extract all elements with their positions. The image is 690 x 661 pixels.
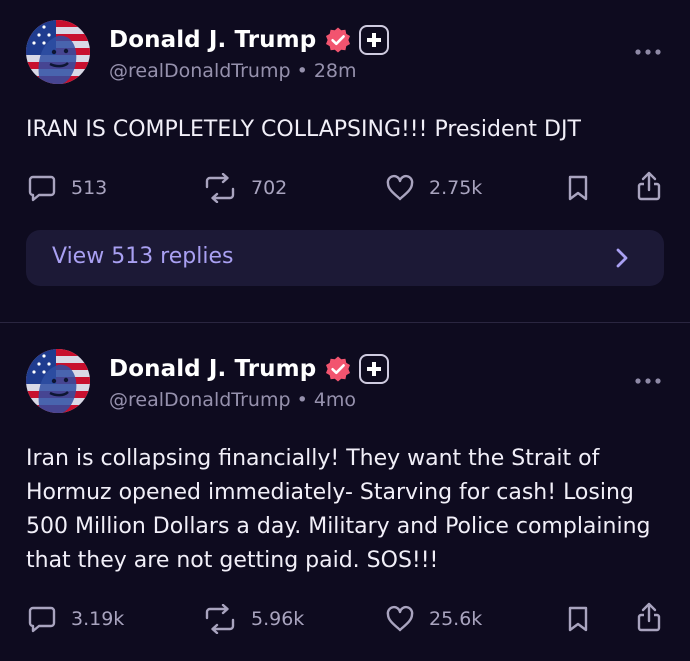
post-text: Iran is collapsing financially! They wan… — [26, 446, 651, 573]
more-options-icon[interactable] — [633, 374, 663, 388]
author-meta: @realDonaldTrump • 4mo — [109, 389, 356, 411]
post-actions: 3.19k 5.96k 25.6k — [0, 599, 690, 639]
author-display-name[interactable]: Donald J. Trump — [109, 356, 316, 382]
repost-button[interactable]: 702 — [203, 168, 287, 208]
repost-count: 702 — [251, 177, 288, 199]
repost-icon — [205, 604, 235, 634]
verified-badge-icon — [326, 27, 351, 53]
reply-count: 3.19k — [71, 608, 125, 630]
author-handle[interactable]: @realDonaldTrump — [109, 60, 291, 82]
reply-icon — [28, 175, 56, 202]
author-handle[interactable]: @realDonaldTrump — [109, 389, 291, 411]
plus-badge-icon — [359, 354, 390, 384]
verified-badge-icon — [326, 356, 351, 382]
author-name-row: Donald J. Trump — [109, 352, 390, 386]
post[interactable]: Donald J. Trump @realDonaldTrump • 28m I… — [0, 0, 690, 322]
like-button[interactable]: 25.6k — [385, 599, 482, 639]
reply-icon — [28, 606, 56, 633]
post-actions: 513 702 2.75k — [0, 168, 690, 208]
heart-icon — [386, 605, 414, 632]
like-count: 25.6k — [429, 608, 483, 630]
view-replies-button[interactable]: View 513 replies — [26, 230, 664, 286]
reply-button[interactable]: 3.19k — [27, 599, 124, 639]
like-button[interactable]: 2.75k — [385, 168, 482, 208]
repost-button[interactable]: 5.96k — [203, 599, 304, 639]
reply-count: 513 — [71, 177, 108, 199]
share-icon[interactable] — [636, 170, 662, 202]
plus-badge-icon — [359, 25, 390, 55]
repost-count: 5.96k — [251, 608, 305, 630]
reply-button[interactable]: 513 — [27, 168, 107, 208]
view-replies-label: View 513 replies — [52, 244, 234, 269]
post-text: IRAN IS COMPLETELY COLLAPSING!!! Preside… — [26, 117, 581, 142]
share-icon[interactable] — [636, 601, 662, 633]
repost-icon — [205, 173, 235, 203]
meta-separator: • — [296, 389, 314, 411]
avatar[interactable] — [26, 349, 90, 413]
author-display-name[interactable]: Donald J. Trump — [109, 27, 316, 53]
meta-separator: • — [296, 60, 314, 82]
post-age: 4mo — [313, 389, 357, 411]
post[interactable]: Donald J. Trump @realDonaldTrump • 4mo I… — [0, 323, 690, 661]
post-age: 28m — [313, 60, 357, 82]
chevron-right-icon — [616, 248, 628, 268]
author-name-row: Donald J. Trump — [109, 23, 390, 57]
avatar[interactable] — [26, 20, 90, 84]
bookmark-icon[interactable] — [567, 605, 589, 633]
more-options-icon[interactable] — [633, 45, 663, 59]
like-count: 2.75k — [429, 177, 483, 199]
feed: Donald J. Trump @realDonaldTrump • 28m I… — [0, 0, 690, 661]
heart-icon — [386, 174, 414, 201]
bookmark-icon[interactable] — [567, 174, 589, 202]
author-meta: @realDonaldTrump • 28m — [109, 60, 357, 82]
